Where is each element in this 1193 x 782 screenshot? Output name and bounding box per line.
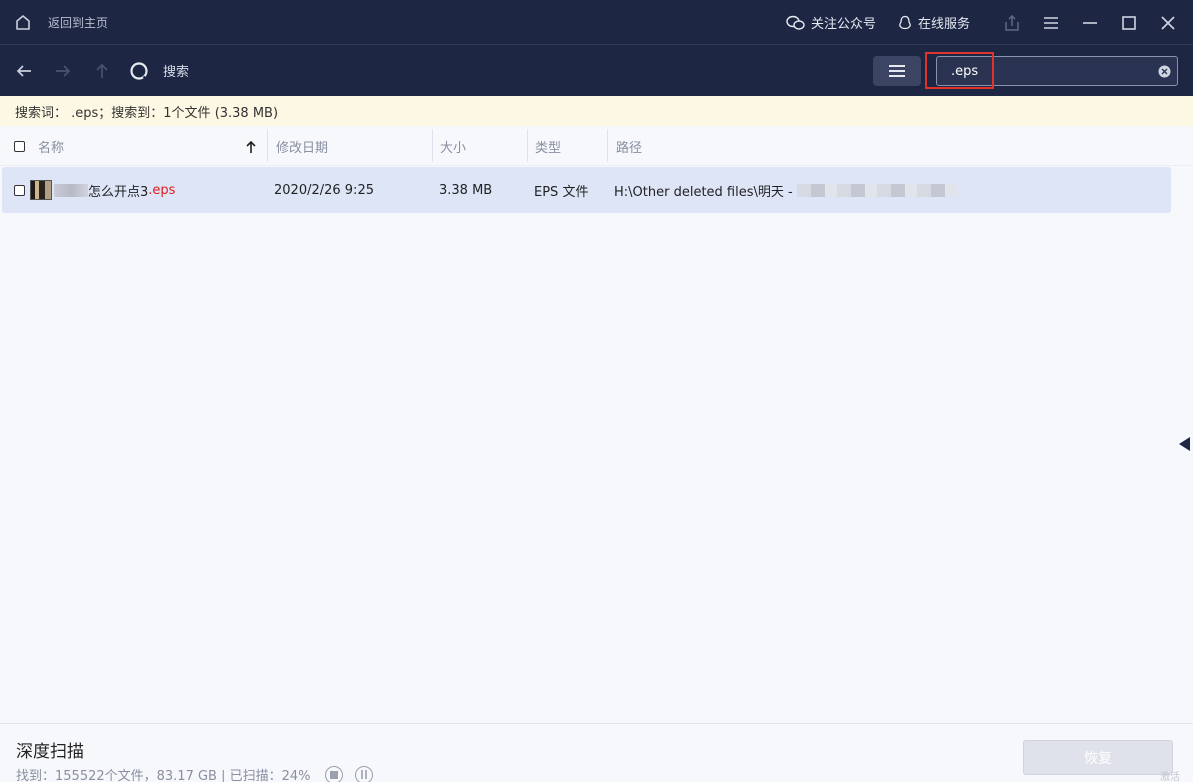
collapse-panel-icon[interactable] xyxy=(1178,436,1190,452)
search-result-summary: 搜索词： .eps；搜索到：1个文件 (3.38 MB) xyxy=(0,96,1193,126)
toolbar: 搜索 xyxy=(0,45,1193,96)
file-size: 3.38 MB xyxy=(439,182,493,198)
clear-search-button[interactable] xyxy=(1151,65,1177,78)
online-service-link[interactable]: 在线服务 xyxy=(898,13,970,32)
sort-ascending-icon[interactable] xyxy=(244,139,258,155)
menu-button[interactable] xyxy=(1031,0,1070,45)
clear-icon xyxy=(1158,65,1170,77)
follow-label: 关注公众号 xyxy=(810,17,876,32)
column-divider[interactable] xyxy=(607,129,608,162)
minimize-button[interactable] xyxy=(1070,0,1109,45)
maximize-button[interactable] xyxy=(1109,0,1148,45)
arrow-right-icon xyxy=(55,64,70,77)
share-icon xyxy=(1004,14,1019,31)
column-path-header[interactable]: 路径 xyxy=(616,127,642,166)
scan-title: 深度扫描 xyxy=(16,742,84,762)
close-button[interactable] xyxy=(1148,0,1187,45)
view-mode-button[interactable] xyxy=(873,56,921,86)
table-row[interactable]: 怎么开点3 .eps 2020/2/26 9:25 3.38 MB EPS 文件 … xyxy=(2,167,1171,213)
qq-icon xyxy=(899,15,911,29)
up-button[interactable] xyxy=(82,45,121,96)
search-label: 搜索 xyxy=(163,65,190,80)
arrow-left-icon xyxy=(16,64,31,77)
row-checkbox[interactable] xyxy=(14,184,25,196)
file-path-cell: H:\Other deleted files\明天 - xyxy=(614,167,957,213)
scan-footer: 深度扫描 找到：155522个文件，83.17 GB | 已扫描：24% 恢复 xyxy=(0,723,1193,782)
close-icon xyxy=(1160,15,1175,30)
file-extension: .eps xyxy=(148,182,176,198)
search-button[interactable]: 搜索 xyxy=(129,61,189,81)
arrow-up-icon xyxy=(95,63,108,78)
column-size-header[interactable]: 大小 xyxy=(440,127,466,166)
column-divider[interactable] xyxy=(267,129,268,162)
stop-scan-button[interactable] xyxy=(324,765,343,782)
file-type: EPS 文件 xyxy=(534,184,589,200)
select-all-checkbox-cell[interactable] xyxy=(14,127,25,166)
column-name-header[interactable]: 名称 xyxy=(38,127,64,166)
wechat-icon xyxy=(786,15,805,30)
scan-status-bar: 找到：155522个文件，83.17 GB | 已扫描：24% xyxy=(16,765,373,782)
search-field[interactable] xyxy=(936,56,1178,86)
row-checkbox-cell[interactable] xyxy=(14,167,25,213)
list-view-icon xyxy=(889,65,905,77)
column-divider[interactable] xyxy=(527,129,528,162)
redacted-path-part xyxy=(796,183,957,197)
home-label: 返回到主页 xyxy=(48,15,109,30)
file-thumbnail xyxy=(30,180,52,200)
forward-button[interactable] xyxy=(43,45,82,96)
recover-button[interactable]: 恢复 xyxy=(1023,740,1173,775)
minimize-icon xyxy=(1082,21,1097,24)
hamburger-icon xyxy=(1043,16,1058,29)
pause-scan-button[interactable] xyxy=(354,765,373,782)
search-input[interactable] xyxy=(937,63,1151,79)
maximize-icon xyxy=(1121,15,1136,30)
scan-status-text: 找到：155522个文件，83.17 GB | 已扫描：24% xyxy=(16,769,311,782)
file-name-cell: 怎么开点3 .eps xyxy=(30,167,175,213)
column-modified-header[interactable]: 修改日期 xyxy=(276,127,328,166)
table-header: 名称 修改日期 大小 类型 路径 xyxy=(0,127,1193,166)
file-modified-date: 2020/2/26 9:25 xyxy=(274,182,374,198)
back-button[interactable] xyxy=(4,45,43,96)
share-button[interactable] xyxy=(992,0,1031,45)
column-type-header[interactable]: 类型 xyxy=(535,127,561,166)
follow-account-link[interactable]: 关注公众号 xyxy=(786,13,876,32)
redacted-filename-part xyxy=(54,183,88,197)
file-path: H:\Other deleted files\明天 - xyxy=(614,184,793,200)
pause-icon xyxy=(360,770,367,779)
select-all-checkbox[interactable] xyxy=(14,141,25,152)
file-name: 怎么开点3 xyxy=(88,184,149,200)
search-icon xyxy=(130,61,148,80)
title-bar: 返回到主页 关注公众号 在线服务 xyxy=(0,0,1193,45)
activation-watermark: 激活 xyxy=(1160,772,1180,782)
back-to-home-button[interactable]: 返回到主页 xyxy=(14,13,108,31)
service-label: 在线服务 xyxy=(917,17,970,32)
stop-icon xyxy=(329,770,338,779)
column-divider[interactable] xyxy=(432,129,433,162)
home-icon xyxy=(16,15,30,30)
